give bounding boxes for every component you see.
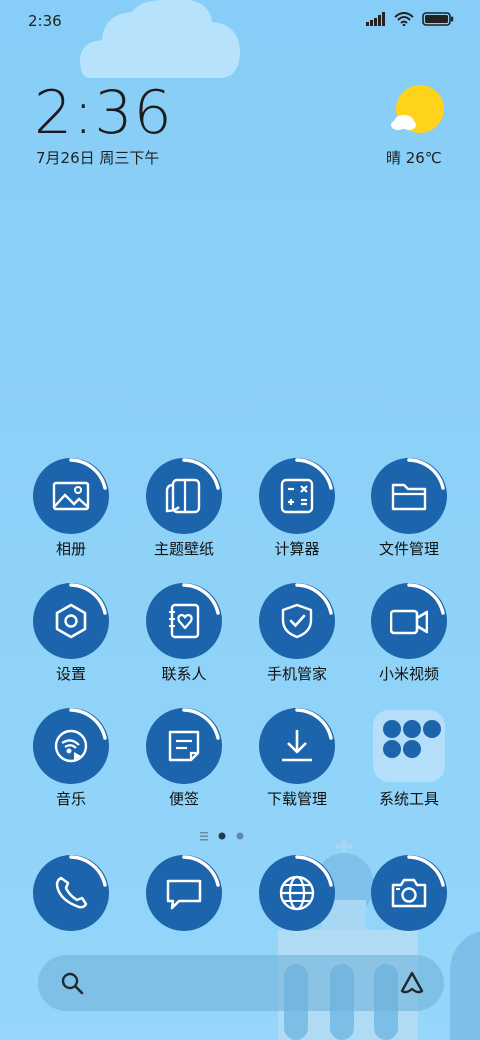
app-calculator[interactable]: 计算器 (247, 458, 347, 568)
app-phone[interactable] (21, 855, 121, 965)
app-icon-bg[interactable] (146, 708, 222, 784)
mini-app-icon (403, 720, 421, 738)
calculator-icon (280, 478, 314, 514)
app-label: 相册 (55, 540, 86, 558)
app-label: 手机管家 (266, 665, 327, 683)
app-label: 便签 (168, 790, 199, 808)
notes-icon (168, 730, 200, 762)
app-security[interactable]: 手机管家 (247, 583, 347, 693)
camera-icon (391, 878, 427, 908)
home-menu-icon (200, 832, 208, 841)
app-icon-bg[interactable] (259, 583, 335, 659)
app-icon-bg[interactable] (33, 583, 109, 659)
page-dot (236, 832, 244, 840)
mini-app-icon (423, 720, 441, 738)
clock-date: 7月26日 周三下午 (36, 149, 160, 167)
mini-app-icon (403, 740, 421, 758)
app-icon-bg[interactable] (33, 458, 109, 534)
music-icon (54, 729, 88, 763)
page-indicator[interactable] (0, 830, 480, 842)
assistant-icon[interactable] (398, 969, 426, 997)
app-label: 系统工具 (378, 790, 439, 808)
clock-time[interactable]: 2:36 (34, 78, 173, 148)
app-icon-bg[interactable] (146, 583, 222, 659)
app-label: 小米视频 (378, 665, 439, 683)
app-icon-bg[interactable] (259, 458, 335, 534)
security-icon (281, 603, 313, 639)
settings-icon (55, 603, 87, 639)
app-browser[interactable] (247, 855, 347, 965)
app-music[interactable]: 音乐 (21, 708, 121, 818)
status-time: 2:36 (28, 12, 62, 30)
app-icon-bg[interactable] (146, 855, 222, 931)
themes-icon (165, 478, 201, 514)
app-label: 文件管理 (378, 540, 439, 558)
app-download[interactable]: 下载管理 (247, 708, 347, 818)
app-folder-tools[interactable]: 系统工具 (359, 708, 459, 818)
app-notes[interactable]: 便签 (134, 708, 234, 818)
download-icon (282, 730, 312, 762)
cloud-decoration (80, 0, 240, 78)
app-icon-bg[interactable] (259, 708, 335, 784)
app-camera[interactable] (359, 855, 459, 965)
mini-app-icon (383, 740, 401, 758)
battery-icon (422, 12, 454, 26)
app-folder[interactable]: 文件管理 (359, 458, 459, 568)
app-icon-bg[interactable] (371, 458, 447, 534)
app-contacts[interactable]: 联系人 (134, 583, 234, 693)
app-icon-bg[interactable] (33, 855, 109, 931)
app-label: 设置 (55, 665, 86, 683)
app-icon-bg[interactable] (259, 855, 335, 931)
app-themes[interactable]: 主题壁纸 (134, 458, 234, 568)
app-label: 计算器 (274, 540, 320, 558)
weather-text: 晴 26℃ (386, 149, 442, 167)
mini-app-icon (383, 720, 401, 738)
phone-icon (55, 876, 88, 909)
app-label: 音乐 (55, 790, 86, 808)
status-bar: 2:36 (0, 0, 480, 78)
sun-cloud-icon[interactable] (390, 84, 446, 136)
signal-icon (366, 12, 385, 26)
contacts-icon (169, 603, 200, 639)
app-messages[interactable] (134, 855, 234, 965)
app-icon-bg[interactable] (33, 708, 109, 784)
app-icon-bg[interactable] (371, 855, 447, 931)
wifi-icon (394, 12, 414, 26)
app-label: 联系人 (161, 665, 207, 683)
app-settings[interactable]: 设置 (21, 583, 121, 693)
app-label: 下载管理 (266, 790, 327, 808)
search-icon[interactable] (60, 971, 84, 995)
app-label: 主题壁纸 (153, 540, 214, 558)
app-icon-bg[interactable] (146, 458, 222, 534)
messages-icon (166, 879, 202, 910)
video-icon (390, 609, 428, 635)
search-bar[interactable] (38, 955, 444, 1011)
app-gallery[interactable]: 相册 (21, 458, 121, 568)
app-icon-bg[interactable] (371, 583, 447, 659)
page-dot-active (218, 832, 226, 840)
gallery-icon (52, 481, 90, 511)
browser-icon (279, 875, 315, 911)
folder-icon (391, 483, 427, 511)
app-video[interactable]: 小米视频 (359, 583, 459, 693)
folder-tools-icon[interactable] (373, 710, 445, 782)
